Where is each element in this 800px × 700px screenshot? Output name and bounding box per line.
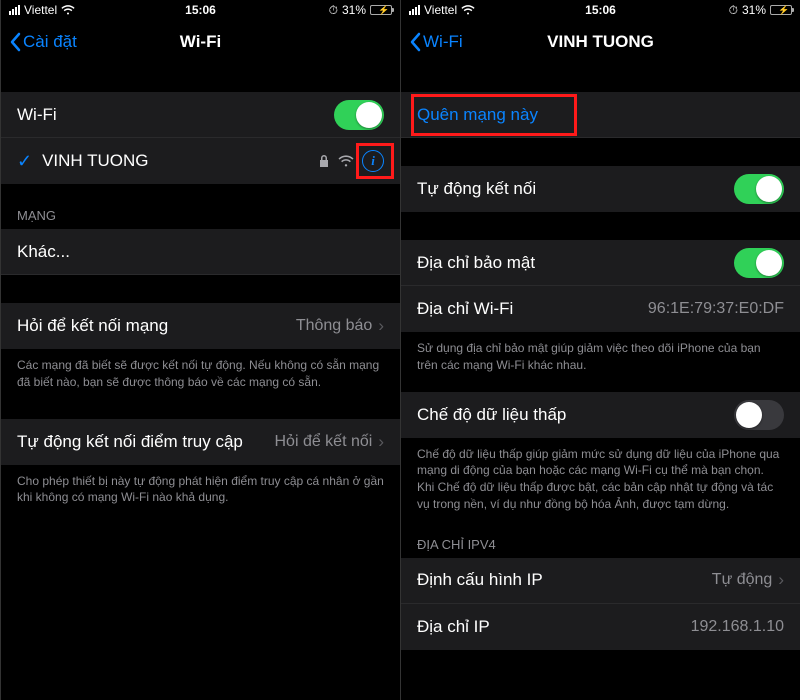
alarm-icon: ⏱ xyxy=(729,3,738,18)
ask-to-join-label: Hỏi để kết nối mạng xyxy=(17,316,296,336)
ask-to-join-row[interactable]: Hỏi để kết nối mạng Thông báo › xyxy=(1,303,400,349)
signal-icon xyxy=(9,5,20,15)
phone-left: Viettel 15:06 ⏱ 31% ⚡ Cài đặt Wi-Fi Wi-F… xyxy=(0,0,400,700)
other-label: Khác... xyxy=(17,242,384,262)
low-data-toggle[interactable] xyxy=(734,400,784,430)
other-network-row[interactable]: Khác... xyxy=(1,229,400,275)
checkmark-icon: ✓ xyxy=(17,151,32,172)
signal-icon xyxy=(409,5,420,15)
page-title: VINH TUONG xyxy=(547,32,654,52)
carrier-label: Viettel xyxy=(24,3,57,17)
ip-config-value: Tự động xyxy=(712,571,773,589)
clock: 15:06 xyxy=(185,3,216,17)
networks-header: MẠNG xyxy=(1,208,400,229)
connected-network-row[interactable]: ✓ VINH TUONG i xyxy=(1,138,400,184)
ipv4-header: ĐỊA CHỈ IPV4 xyxy=(401,537,800,558)
back-label: Wi-Fi xyxy=(423,32,463,52)
chevron-right-icon: › xyxy=(778,570,784,590)
chevron-right-icon: › xyxy=(378,316,384,336)
auto-hotspot-row[interactable]: Tự động kết nối điểm truy cập Hỏi để kết… xyxy=(1,419,400,465)
private-address-toggle[interactable] xyxy=(734,248,784,278)
battery-icon: ⚡ xyxy=(370,5,392,15)
wifi-toggle-row[interactable]: Wi-Fi xyxy=(1,92,400,138)
carrier-label: Viettel xyxy=(424,3,457,17)
auto-join-row[interactable]: Tự động kết nối xyxy=(401,166,800,212)
wifi-strength-icon xyxy=(338,155,354,167)
wifi-status-icon xyxy=(61,5,75,15)
wifi-toggle-label: Wi-Fi xyxy=(17,105,334,125)
low-data-label: Chế độ dữ liệu thấp xyxy=(417,405,734,425)
lock-icon xyxy=(318,154,330,168)
low-data-row[interactable]: Chế độ dữ liệu thấp xyxy=(401,392,800,438)
forget-network-row[interactable]: Quên mạng này xyxy=(401,92,800,138)
phone-right: Viettel 15:06 ⏱ 31% ⚡ Wi-Fi VINH TUONG Q… xyxy=(400,0,800,700)
wifi-toggle[interactable] xyxy=(334,100,384,130)
network-name: VINH TUONG xyxy=(42,151,318,171)
battery-icon: ⚡ xyxy=(770,5,792,15)
auto-hotspot-note: Cho phép thiết bị này tự động phát hiện … xyxy=(1,465,400,507)
auto-hotspot-label: Tự động kết nối điểm truy cập xyxy=(17,432,274,452)
clock: 15:06 xyxy=(585,3,616,17)
ip-address-value: 192.168.1.10 xyxy=(691,618,784,636)
ask-to-join-note: Các mạng đã biết sẽ được kết nối tự động… xyxy=(1,349,400,391)
back-button[interactable]: Wi-Fi xyxy=(409,32,463,52)
ip-config-label: Định cấu hình IP xyxy=(417,570,712,590)
chevron-left-icon xyxy=(409,32,421,52)
battery-pct: 31% xyxy=(342,3,366,17)
ask-to-join-value: Thông báo xyxy=(296,317,373,335)
auto-hotspot-value: Hỏi để kết nối xyxy=(274,433,372,451)
nav-header: Wi-Fi VINH TUONG xyxy=(401,20,800,64)
auto-join-toggle[interactable] xyxy=(734,174,784,204)
wifi-address-label: Địa chỉ Wi-Fi xyxy=(417,299,648,319)
chevron-right-icon: › xyxy=(378,432,384,452)
status-bar: Viettel 15:06 ⏱ 31% ⚡ xyxy=(1,0,400,20)
ip-config-row[interactable]: Định cấu hình IP Tự động › xyxy=(401,558,800,604)
alarm-icon: ⏱ xyxy=(329,3,338,18)
chevron-left-icon xyxy=(9,32,21,52)
back-label: Cài đặt xyxy=(23,32,77,52)
low-data-note: Chế độ dữ liệu thấp giúp giảm mức sử dụn… xyxy=(401,438,800,513)
wifi-status-icon xyxy=(461,5,475,15)
wifi-address-row: Địa chỉ Wi-Fi 96:1E:79:37:E0:DF xyxy=(401,286,800,332)
auto-join-label: Tự động kết nối xyxy=(417,179,734,199)
wifi-address-value: 96:1E:79:37:E0:DF xyxy=(648,300,784,318)
forget-network-label: Quên mạng này xyxy=(417,105,784,125)
nav-header: Cài đặt Wi-Fi xyxy=(1,20,400,64)
private-address-label: Địa chỉ bảo mật xyxy=(417,253,734,273)
back-button[interactable]: Cài đặt xyxy=(9,32,77,52)
private-address-row[interactable]: Địa chỉ bảo mật xyxy=(401,240,800,286)
ip-address-label: Địa chỉ IP xyxy=(417,617,691,637)
info-icon[interactable]: i xyxy=(362,150,384,172)
status-bar: Viettel 15:06 ⏱ 31% ⚡ xyxy=(401,0,800,20)
page-title: Wi-Fi xyxy=(180,32,221,52)
ip-address-row: Địa chỉ IP 192.168.1.10 xyxy=(401,604,800,650)
private-address-note: Sử dụng địa chỉ bảo mật giúp giảm việc t… xyxy=(401,332,800,374)
battery-pct: 31% xyxy=(742,3,766,17)
